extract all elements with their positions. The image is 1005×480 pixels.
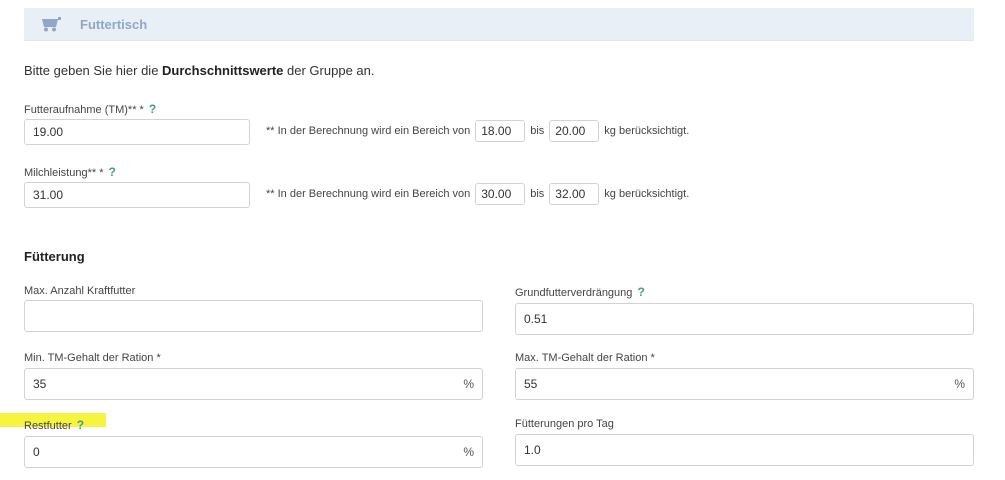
feeding-cart-icon bbox=[40, 16, 62, 32]
milchleistung-input[interactable]: 31.00 bbox=[24, 182, 250, 208]
max-tm-input[interactable]: 55 % bbox=[515, 368, 974, 400]
help-icon[interactable]: ? bbox=[77, 418, 84, 432]
min-tm-input[interactable]: 35 % bbox=[24, 368, 483, 400]
restfutter-label: Restfutter ? bbox=[24, 418, 85, 432]
intro-text: Bitte geben Sie hier die Durchschnittswe… bbox=[24, 63, 375, 78]
grundfutter-input[interactable]: 0.51 bbox=[515, 303, 974, 335]
futteraufnahme-label: Futteraufnahme (TM)** * ? bbox=[24, 102, 157, 116]
max-kraftfutter-label: Max. Anzahl Kraftfutter bbox=[24, 285, 136, 297]
milchleistung-range-min-input[interactable]: 30.00 bbox=[475, 183, 526, 205]
futteraufnahme-range-min-input[interactable]: 18.00 bbox=[475, 120, 526, 142]
futteraufnahme-range-max-input[interactable]: 20.00 bbox=[549, 120, 600, 142]
futteraufnahme-range-note: ** In der Berechnung wird ein Bereich vo… bbox=[266, 120, 689, 142]
milchleistung-label: Milchleistung** * ? bbox=[24, 165, 116, 179]
futteraufnahme-input[interactable]: 19.00 bbox=[24, 119, 250, 145]
section-header: Futtertisch bbox=[24, 8, 974, 41]
max-kraftfutter-input[interactable] bbox=[24, 300, 483, 332]
fuetterungen-input[interactable]: 1.0 bbox=[515, 434, 974, 466]
milchleistung-range-max-input[interactable]: 32.00 bbox=[549, 183, 600, 205]
fuetterung-heading: Fütterung bbox=[24, 249, 85, 264]
help-icon[interactable]: ? bbox=[109, 165, 116, 179]
help-icon[interactable]: ? bbox=[637, 285, 644, 299]
percent-unit: % bbox=[463, 377, 474, 391]
milchleistung-range-note: ** In der Berechnung wird ein Bereich vo… bbox=[266, 183, 689, 205]
max-tm-label: Max. TM-Gehalt der Ration * bbox=[515, 352, 655, 364]
fuetterungen-label: Fütterungen pro Tag bbox=[515, 418, 614, 430]
min-tm-label: Min. TM-Gehalt der Ration * bbox=[24, 352, 161, 364]
page: Futtertisch Bitte geben Sie hier die Dur… bbox=[0, 0, 1005, 480]
help-icon[interactable]: ? bbox=[149, 102, 156, 116]
percent-unit: % bbox=[463, 445, 474, 459]
percent-unit: % bbox=[954, 377, 965, 391]
grundfutter-label: Grundfutterverdrängung ? bbox=[515, 285, 645, 299]
section-title: Futtertisch bbox=[80, 16, 148, 32]
restfutter-input[interactable]: 0 % bbox=[24, 436, 483, 468]
